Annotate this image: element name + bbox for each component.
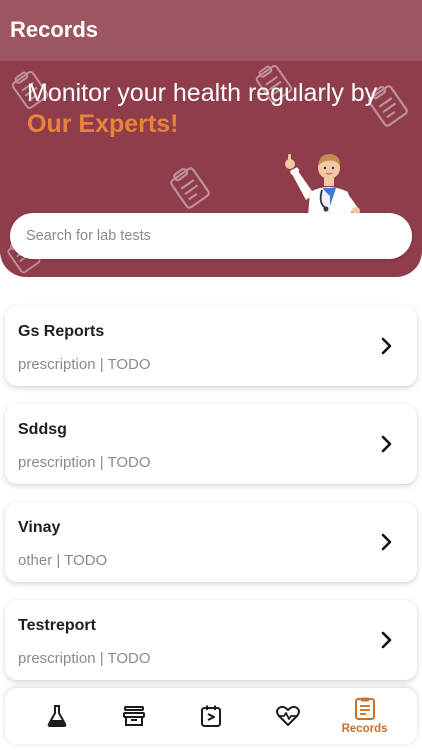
- nav-item-health[interactable]: [253, 691, 323, 741]
- hero-headline-accent: Our Experts!: [27, 110, 179, 138]
- hero-headline-text: Monitor your health regularly by: [27, 79, 378, 107]
- record-title: Sddsg: [18, 421, 67, 438]
- flask-icon: [48, 705, 67, 727]
- nav-item-archive[interactable]: [99, 691, 169, 741]
- archive-icon: [123, 706, 146, 726]
- records-list: Gs Reports prescription | TODO Sddsg pre…: [5, 306, 417, 698]
- doctor-illustration: [285, 154, 360, 216]
- report-watermark-icon: [170, 167, 210, 209]
- record-subtitle: prescription | TODO: [18, 454, 151, 471]
- hero-banner: Records Monitor your health regularly by…: [0, 0, 422, 277]
- chevron-right-icon[interactable]: [381, 435, 393, 453]
- record-title: Testreport: [18, 617, 96, 634]
- page-title: Records: [10, 17, 99, 42]
- heartbeat-icon: [275, 705, 300, 726]
- record-card[interactable]: Testreport prescription | TODO: [5, 600, 417, 680]
- chevron-right-icon[interactable]: [381, 631, 393, 649]
- nav-item-lab-tests[interactable]: [22, 691, 92, 741]
- record-title: Vinay: [18, 519, 61, 536]
- nav-item-appointments[interactable]: [176, 691, 246, 741]
- app-bar: Records: [0, 0, 422, 61]
- record-card[interactable]: Sddsg prescription | TODO: [5, 404, 417, 484]
- record-title: Gs Reports: [18, 323, 105, 340]
- record-card[interactable]: Gs Reports prescription | TODO: [5, 306, 417, 386]
- chevron-right-icon[interactable]: [381, 533, 393, 551]
- chevron-right-icon[interactable]: [381, 337, 393, 355]
- hero-headline: Monitor your health regularly by Our Exp…: [27, 78, 407, 140]
- record-subtitle: prescription | TODO: [18, 650, 151, 667]
- calendar-icon: [200, 705, 221, 727]
- search-input[interactable]: [26, 228, 396, 244]
- record-subtitle: other | TODO: [18, 552, 108, 569]
- lab-test-search[interactable]: [10, 213, 412, 259]
- record-subtitle: prescription | TODO: [18, 356, 151, 373]
- nav-item-records[interactable]: Records: [330, 691, 400, 741]
- nav-label-records: Records: [341, 723, 388, 735]
- bottom-navigation: Records: [5, 688, 417, 744]
- record-card[interactable]: Vinay other | TODO: [5, 502, 417, 582]
- records-icon: [354, 697, 375, 720]
